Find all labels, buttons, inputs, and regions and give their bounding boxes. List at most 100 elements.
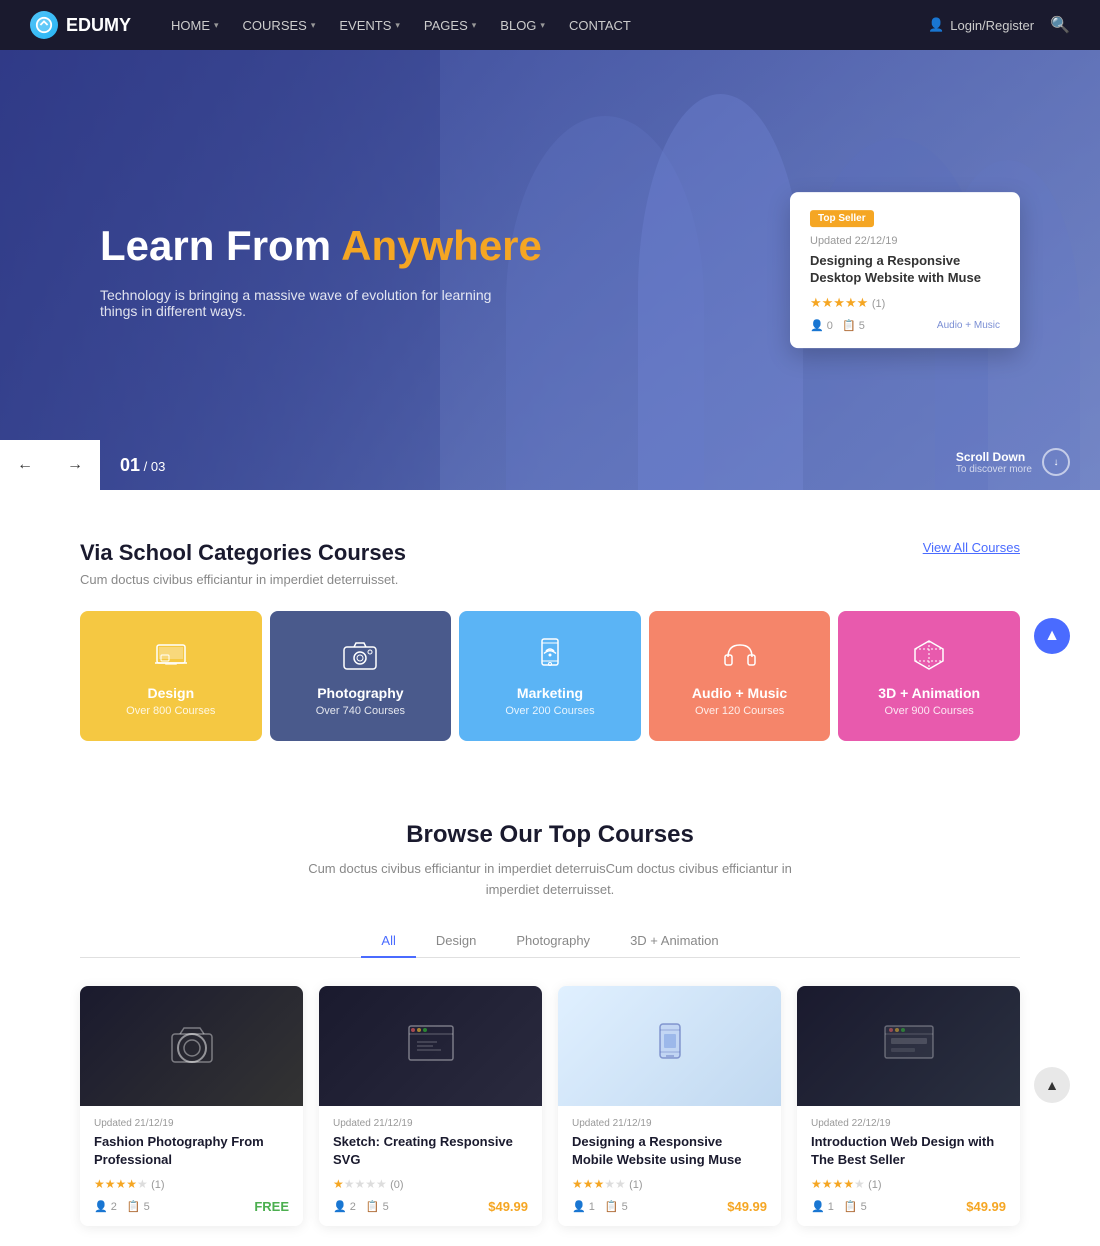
course-meta-3: 👤 1 📋 5 bbox=[572, 1200, 628, 1213]
tab-3d-animation[interactable]: 3D + Animation bbox=[610, 925, 739, 958]
navbar-left: EDUMY HOME ▾ COURSES ▾ EVENTS ▾ PAGES ▾ … bbox=[30, 0, 641, 50]
course-price-1: FREE bbox=[254, 1199, 289, 1214]
course-price-4: $49.99 bbox=[966, 1199, 1006, 1214]
course-tabs: All Design Photography 3D + Animation bbox=[80, 925, 1020, 958]
tab-photography[interactable]: Photography bbox=[496, 925, 610, 958]
courses-grid: Updated 21/12/19 Fashion Photography Fro… bbox=[80, 986, 1020, 1226]
nav-item-pages[interactable]: PAGES ▾ bbox=[414, 0, 486, 50]
category-name-marketing: Marketing bbox=[517, 685, 583, 701]
hero-counter: 01 / 03 bbox=[120, 455, 165, 476]
course-meta-4: 👤 1 📋 5 bbox=[811, 1200, 867, 1213]
category-count-photography: Over 740 Courses bbox=[316, 705, 405, 717]
course-card-1[interactable]: Updated 21/12/19 Fashion Photography Fro… bbox=[80, 986, 303, 1226]
category-card-marketing[interactable]: Marketing Over 200 Courses bbox=[459, 611, 641, 741]
navbar-right: 👤 Login/Register 🔍 bbox=[928, 15, 1070, 35]
category-card-design[interactable]: Design Over 800 Courses bbox=[80, 611, 262, 741]
course-updated-1: Updated 21/12/19 bbox=[94, 1118, 289, 1129]
course-price-3: $49.99 bbox=[727, 1199, 767, 1214]
course-footer-3: 👤 1 📋 5 $49.99 bbox=[572, 1199, 767, 1214]
course-footer-2: 👤 2 📋 5 $49.99 bbox=[333, 1199, 528, 1214]
hero-card-updated: Updated 22/12/19 bbox=[810, 235, 1000, 247]
chevron-down-icon: ▾ bbox=[540, 20, 545, 31]
course-card-2[interactable]: Updated 21/12/19 Sketch: Creating Respon… bbox=[319, 986, 542, 1226]
scroll-circle: ↓ bbox=[1042, 448, 1070, 476]
mobile-icon bbox=[530, 635, 570, 675]
category-name-design: Design bbox=[147, 685, 194, 701]
course-stars-3: ★★★★★ (1) bbox=[572, 1177, 767, 1191]
nav-item-home[interactable]: HOME ▾ bbox=[161, 0, 229, 50]
course-title-2: Sketch: Creating Responsive SVG bbox=[333, 1133, 528, 1169]
course-footer-4: 👤 1 📋 5 $49.99 bbox=[811, 1199, 1006, 1214]
course-price-2: $49.99 bbox=[488, 1199, 528, 1214]
user-icon: 👤 bbox=[928, 17, 944, 33]
course-stars-2: ★★★★★ (0) bbox=[333, 1177, 528, 1191]
course-card-body-3: Updated 21/12/19 Designing a Responsive … bbox=[558, 1106, 781, 1226]
course-image-1 bbox=[80, 986, 303, 1106]
categories-section-wrapper: Via School Categories Courses View All C… bbox=[0, 490, 1100, 781]
hero-subtitle: Technology is bringing a massive wave of… bbox=[100, 287, 520, 319]
hero-title: Learn From Anywhere bbox=[100, 221, 542, 271]
category-card-animation[interactable]: 3D + Animation Over 900 Courses bbox=[838, 611, 1020, 741]
category-count-marketing: Over 200 Courses bbox=[505, 705, 594, 717]
course-card-body-1: Updated 21/12/19 Fashion Photography Fro… bbox=[80, 1106, 303, 1226]
course-image-4 bbox=[797, 986, 1020, 1106]
course-footer-1: 👤 2 📋 5 FREE bbox=[94, 1199, 289, 1214]
view-all-courses-link[interactable]: View All Courses bbox=[923, 540, 1020, 555]
hero-section: Learn From Anywhere Technology is bringi… bbox=[0, 50, 1100, 490]
hero-content: Learn From Anywhere Technology is bringi… bbox=[100, 221, 542, 319]
nav-item-contact[interactable]: CONTACT bbox=[559, 0, 641, 50]
top-courses-title: Browse Our Top Courses bbox=[80, 821, 1020, 849]
hero-card-tag: Audio + Music bbox=[937, 320, 1000, 331]
category-count-design: Over 800 Courses bbox=[126, 705, 215, 717]
nav-item-events[interactable]: EVENTS ▾ bbox=[329, 0, 410, 50]
category-name-animation: 3D + Animation bbox=[878, 685, 980, 701]
chevron-down-icon: ▾ bbox=[472, 20, 477, 31]
course-stars-1: ★★★★★ (1) bbox=[94, 1177, 289, 1191]
logo[interactable]: EDUMY bbox=[30, 11, 131, 39]
course-card-4[interactable]: Updated 22/12/19 Introduction Web Design… bbox=[797, 986, 1020, 1226]
category-card-photography[interactable]: Photography Over 740 Courses bbox=[270, 611, 452, 741]
hero-card-title: Designing a Responsive Desktop Website w… bbox=[810, 253, 1000, 287]
course-stars-4: ★★★★★ (1) bbox=[811, 1177, 1006, 1191]
cube-icon bbox=[909, 635, 949, 675]
top-courses-section: Browse Our Top Courses Cum doctus civibu… bbox=[0, 781, 1100, 1246]
nav-item-blog[interactable]: BLOG ▾ bbox=[490, 0, 555, 50]
course-title-4: Introduction Web Design with The Best Se… bbox=[811, 1133, 1006, 1169]
tab-all[interactable]: All bbox=[361, 925, 415, 958]
top-courses-subtitle: Cum doctus civibus efficiantur in imperd… bbox=[280, 859, 820, 901]
hero-card-students: 👤 0 📋 5 bbox=[810, 319, 865, 332]
hero-card-stars: ★★★★★ (1) bbox=[810, 295, 1000, 311]
top-seller-badge: Top Seller bbox=[810, 210, 874, 227]
nav-items: HOME ▾ COURSES ▾ EVENTS ▾ PAGES ▾ BLOG ▾… bbox=[161, 0, 641, 50]
next-slide-button[interactable]: → bbox=[50, 440, 100, 490]
scroll-up-button[interactable]: ▲ bbox=[1034, 618, 1070, 654]
category-count-animation: Over 900 Courses bbox=[885, 705, 974, 717]
chevron-down-icon: ▾ bbox=[214, 20, 219, 31]
login-button[interactable]: 👤 Login/Register bbox=[928, 17, 1034, 33]
course-title-3: Designing a Responsive Mobile Website us… bbox=[572, 1133, 767, 1169]
prev-slide-button[interactable]: ← bbox=[0, 440, 50, 490]
course-card-3[interactable]: Updated 21/12/19 Designing a Responsive … bbox=[558, 986, 781, 1226]
hero-course-card[interactable]: Top Seller Updated 22/12/19 Designing a … bbox=[790, 192, 1020, 348]
course-updated-2: Updated 21/12/19 bbox=[333, 1118, 528, 1129]
nav-item-courses[interactable]: COURSES ▾ bbox=[233, 0, 326, 50]
hero-nav: ← → 01 / 03 Scroll Down To discover more… bbox=[0, 440, 1100, 490]
brand-name: EDUMY bbox=[66, 15, 131, 36]
categories-title: Via School Categories Courses bbox=[80, 540, 406, 566]
course-updated-4: Updated 22/12/19 bbox=[811, 1118, 1006, 1129]
course-title-1: Fashion Photography From Professional bbox=[94, 1133, 289, 1169]
course-meta-1: 👤 2 📋 5 bbox=[94, 1200, 150, 1213]
category-name-photography: Photography bbox=[317, 685, 403, 701]
course-meta-2: 👤 2 📋 5 bbox=[333, 1200, 389, 1213]
scroll-down: Scroll Down To discover more ↓ bbox=[956, 448, 1070, 476]
category-card-audio[interactable]: Audio + Music Over 120 Courses bbox=[649, 611, 831, 741]
categories-grid: Design Over 800 Courses Photography Over… bbox=[80, 611, 1020, 741]
navbar: EDUMY HOME ▾ COURSES ▾ EVENTS ▾ PAGES ▾ … bbox=[0, 0, 1100, 50]
tab-design[interactable]: Design bbox=[416, 925, 496, 958]
scroll-up-float-button[interactable]: ▲ bbox=[1034, 1067, 1070, 1103]
search-icon[interactable]: 🔍 bbox=[1050, 15, 1070, 35]
chevron-down-icon: ▾ bbox=[311, 20, 316, 31]
chevron-down-icon: ▾ bbox=[395, 20, 400, 31]
course-image-2 bbox=[319, 986, 542, 1106]
course-card-body-4: Updated 22/12/19 Introduction Web Design… bbox=[797, 1106, 1020, 1226]
